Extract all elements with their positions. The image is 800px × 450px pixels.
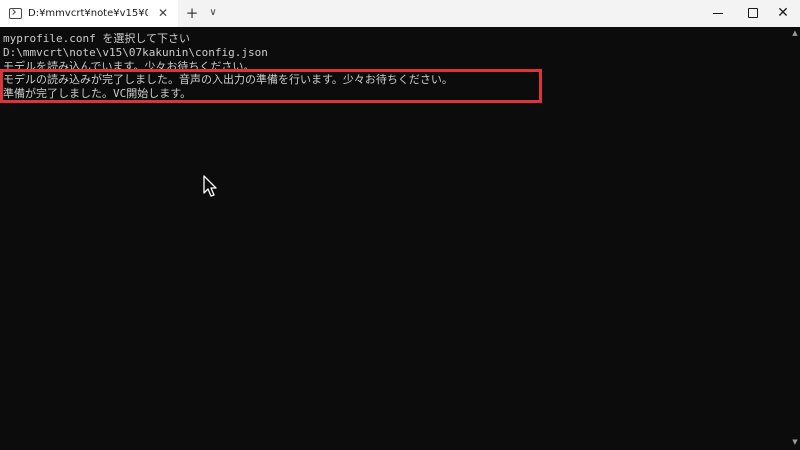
tab-dropdown-button[interactable]: ∨ xyxy=(206,6,220,20)
mouse-pointer-icon xyxy=(203,175,217,197)
terminal-line: myprofile.conf を選択して下さい xyxy=(3,32,191,45)
close-button[interactable]: ✕ xyxy=(768,0,800,27)
maximize-button[interactable] xyxy=(734,0,772,27)
title-bar: D:¥mmvcrt¥note¥v15¥07kakun ✕ + ∨ ✕ xyxy=(0,0,800,27)
tab-close-icon[interactable]: ✕ xyxy=(156,6,170,20)
minimize-icon xyxy=(713,13,723,14)
tab-title: D:¥mmvcrt¥note¥v15¥07kakun xyxy=(28,8,148,19)
highlight-annotation-box xyxy=(0,69,542,103)
terminal-window: D:¥mmvcrt¥note¥v15¥07kakun ✕ + ∨ ✕ mypro… xyxy=(0,0,800,450)
terminal-output[interactable]: myprofile.conf を選択して下さい D:\mmvcrt\note\v… xyxy=(0,27,790,450)
scroll-down-icon[interactable]: ▼ xyxy=(791,438,799,446)
new-tab-button[interactable]: + xyxy=(184,5,200,21)
terminal-tab[interactable]: D:¥mmvcrt¥note¥v15¥07kakun ✕ xyxy=(0,0,178,27)
minimize-button[interactable] xyxy=(700,0,738,27)
maximize-icon xyxy=(748,8,758,18)
terminal-line: D:\mmvcrt\note\v15\07kakunin\config.json xyxy=(3,46,268,59)
scroll-up-icon[interactable]: ▲ xyxy=(791,29,799,37)
terminal-icon xyxy=(9,8,22,19)
vertical-scrollbar[interactable]: ▲ ▼ xyxy=(790,27,800,450)
close-icon: ✕ xyxy=(777,5,789,21)
